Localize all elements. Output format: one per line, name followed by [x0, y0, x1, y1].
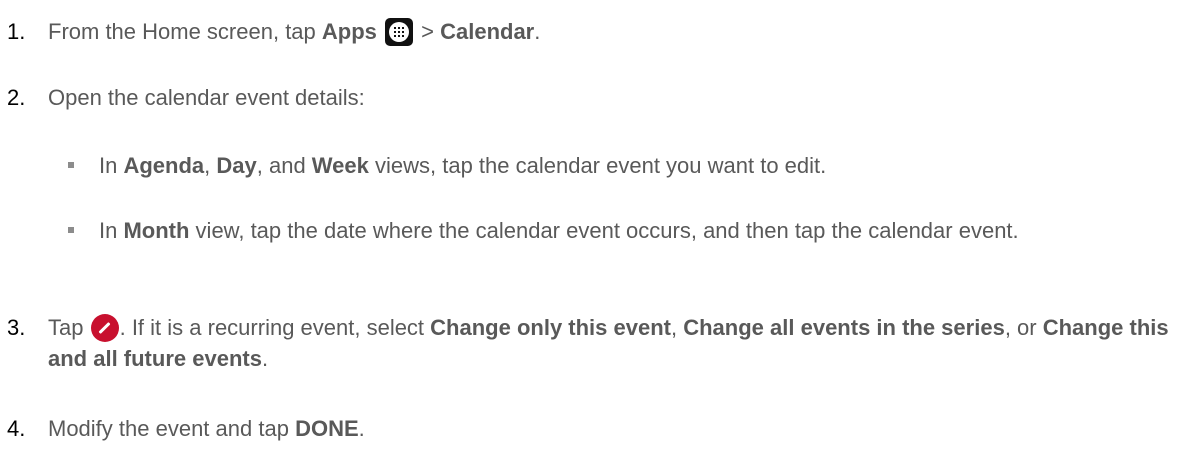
step-text: Modify the event and tap DONE. [48, 416, 365, 441]
bullet-marker [68, 162, 74, 168]
step-number: 2. [7, 85, 26, 110]
bullet-text: In Month view, tap the date where the ca… [99, 218, 1019, 243]
step-text: Tap . If it is a recurring event, select… [48, 314, 1169, 371]
calendar-label: Calendar [440, 19, 535, 44]
step-number: 1. [7, 19, 26, 44]
step-text: From the Home screen, tap Apps > Calenda… [48, 18, 541, 46]
bullet-text: In Agenda, Day, and Week views, tap the … [99, 153, 827, 178]
apps-grid-icon [385, 18, 414, 46]
step-text: Open the calendar event details: [48, 85, 365, 110]
edit-pencil-icon [90, 314, 119, 342]
apps-label: Apps [321, 19, 377, 44]
step-number: 4. [7, 416, 26, 441]
bullet-marker [68, 227, 74, 233]
done-label: DONE [295, 416, 359, 441]
step-number: 3. [7, 315, 26, 340]
